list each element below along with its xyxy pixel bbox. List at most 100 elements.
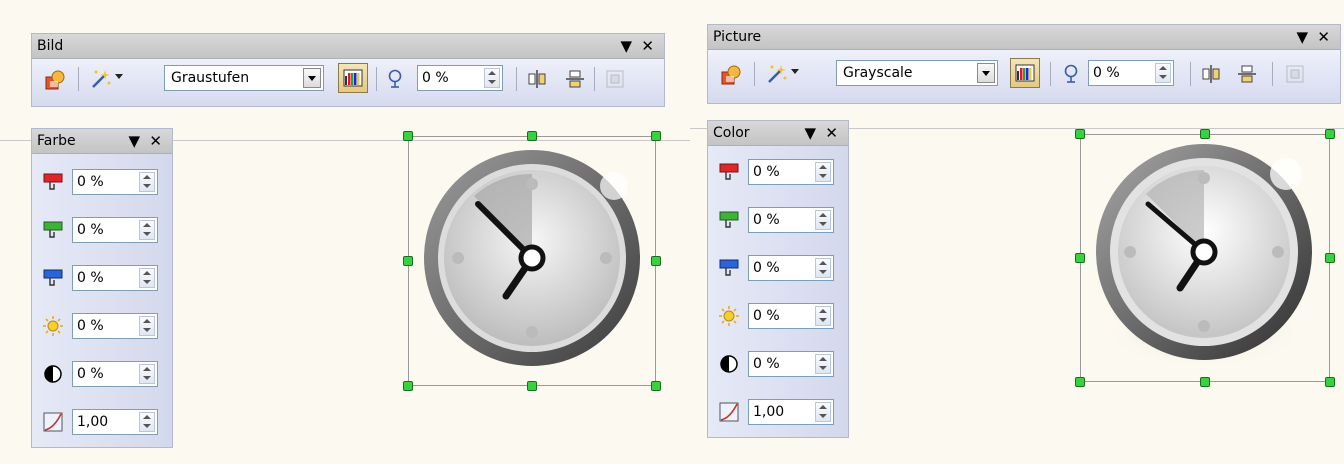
spin-buttons[interactable] [139, 268, 155, 288]
spin-buttons[interactable] [139, 172, 155, 192]
filter-icon[interactable] [44, 69, 66, 91]
flip-vertical-icon[interactable] [526, 68, 548, 90]
contrast-field[interactable]: 0 % [748, 351, 834, 377]
red-icon [43, 173, 63, 190]
brightness-value: 0 % [77, 318, 104, 334]
chevron-down-icon[interactable] [303, 68, 321, 88]
resize-handle[interactable] [1325, 253, 1335, 263]
transparency-value: 0 % [422, 70, 449, 86]
spin-buttons[interactable] [139, 316, 155, 336]
flip-vertical-icon[interactable] [1200, 63, 1222, 85]
spin-buttons[interactable] [1155, 63, 1171, 83]
red-row: 0 % [708, 155, 848, 195]
resize-handle[interactable] [403, 256, 413, 266]
graphics-mode-icon[interactable] [766, 63, 788, 85]
resize-handle[interactable] [1075, 253, 1085, 263]
toolbar-close-icon[interactable]: ✕ [641, 34, 654, 58]
flip-horizontal-icon[interactable] [1236, 63, 1258, 85]
color-panel-toggle[interactable] [338, 63, 368, 93]
resize-handle[interactable] [1325, 129, 1335, 139]
green-row: 0 % [708, 203, 848, 243]
gamma-value: 1,00 [753, 404, 785, 420]
color-panel-toggle[interactable] [1010, 58, 1040, 88]
spin-buttons[interactable] [815, 258, 831, 278]
transparency-field[interactable]: 0 % [1088, 60, 1174, 86]
resize-handle[interactable] [1325, 377, 1335, 387]
resize-handle[interactable] [403, 381, 413, 391]
chevron-down-icon[interactable] [977, 63, 995, 83]
contrast-value: 0 % [753, 356, 780, 372]
brightness-icon [43, 316, 63, 336]
resize-handle[interactable] [1200, 377, 1210, 387]
blue-row: 0 % [708, 251, 848, 291]
brightness-value: 0 % [753, 308, 780, 324]
panel-menu-icon[interactable]: ▼ [128, 129, 140, 153]
spin-buttons[interactable] [139, 412, 155, 432]
chevron-down-icon[interactable] [790, 66, 800, 76]
graphics-mode-select[interactable]: Grayscale [836, 60, 998, 86]
contrast-row: 0 % [708, 347, 848, 387]
toolbar-titlebar[interactable]: Picture ▼ ✕ [708, 25, 1340, 50]
spin-buttons[interactable] [484, 68, 500, 88]
spin-buttons[interactable] [815, 402, 831, 422]
toolbar-menu-icon[interactable]: ▼ [620, 34, 632, 58]
blue-field[interactable]: 0 % [748, 255, 834, 281]
gamma-row: 1,00 [32, 405, 172, 445]
brightness-field[interactable]: 0 % [72, 313, 158, 339]
spin-buttons[interactable] [139, 364, 155, 384]
resize-handle[interactable] [1075, 377, 1085, 387]
blue-value: 0 % [753, 260, 780, 276]
green-field[interactable]: 0 % [72, 217, 158, 243]
gamma-field[interactable]: 1,00 [748, 399, 834, 425]
contrast-field[interactable]: 0 % [72, 361, 158, 387]
gamma-value: 1,00 [77, 414, 109, 430]
toolbar-title: Bild [37, 38, 64, 54]
resize-handle[interactable] [651, 256, 661, 266]
flip-horizontal-icon[interactable] [564, 68, 586, 90]
chevron-down-icon[interactable] [114, 71, 124, 81]
transparency-field[interactable]: 0 % [417, 65, 503, 91]
graphics-mode-icon[interactable] [90, 68, 112, 90]
toolbar-body: Grayscale 0 % [708, 50, 1340, 103]
blue-field[interactable]: 0 % [72, 265, 158, 291]
clock-image[interactable] [1090, 142, 1318, 374]
crop-icon[interactable] [1284, 63, 1306, 85]
brightness-field[interactable]: 0 % [748, 303, 834, 329]
resize-handle[interactable] [651, 381, 661, 391]
gamma-field[interactable]: 1,00 [72, 409, 158, 435]
toolbar-menu-icon[interactable]: ▼ [1296, 25, 1308, 49]
spin-buttons[interactable] [815, 210, 831, 230]
resize-handle[interactable] [527, 131, 537, 141]
red-field[interactable]: 0 % [72, 169, 158, 195]
spin-buttons[interactable] [815, 306, 831, 326]
color-panel-titlebar[interactable]: Color ▼ ✕ [708, 121, 848, 146]
resize-handle[interactable] [527, 381, 537, 391]
separator [1050, 62, 1051, 86]
green-field[interactable]: 0 % [748, 207, 834, 233]
spin-buttons[interactable] [815, 354, 831, 374]
contrast-value: 0 % [77, 366, 104, 382]
spin-buttons[interactable] [139, 220, 155, 240]
toolbar-titlebar[interactable]: Bild ▼ ✕ [32, 34, 664, 59]
resize-handle[interactable] [651, 131, 661, 141]
toolbar-close-icon[interactable]: ✕ [1317, 25, 1330, 49]
resize-handle[interactable] [1075, 129, 1085, 139]
resize-handle[interactable] [403, 131, 413, 141]
clock-image[interactable] [418, 146, 646, 374]
graphics-mode-select[interactable]: Graustufen [164, 65, 324, 91]
graphics-mode-value: Grayscale [843, 65, 913, 81]
panel-close-icon[interactable]: ✕ [825, 121, 838, 145]
contrast-icon [44, 365, 62, 383]
crop-icon[interactable] [604, 68, 626, 90]
red-field[interactable]: 0 % [748, 159, 834, 185]
filter-icon[interactable] [720, 64, 742, 86]
panel-menu-icon[interactable]: ▼ [804, 121, 816, 145]
blue-row: 0 % [32, 261, 172, 301]
transparency-value: 0 % [1093, 65, 1120, 81]
contrast-icon [720, 355, 738, 373]
spin-buttons[interactable] [815, 162, 831, 182]
green-icon [43, 221, 63, 238]
resize-handle[interactable] [1200, 129, 1210, 139]
color-panel-titlebar[interactable]: Farbe ▼ ✕ [32, 129, 172, 154]
panel-close-icon[interactable]: ✕ [149, 129, 162, 153]
